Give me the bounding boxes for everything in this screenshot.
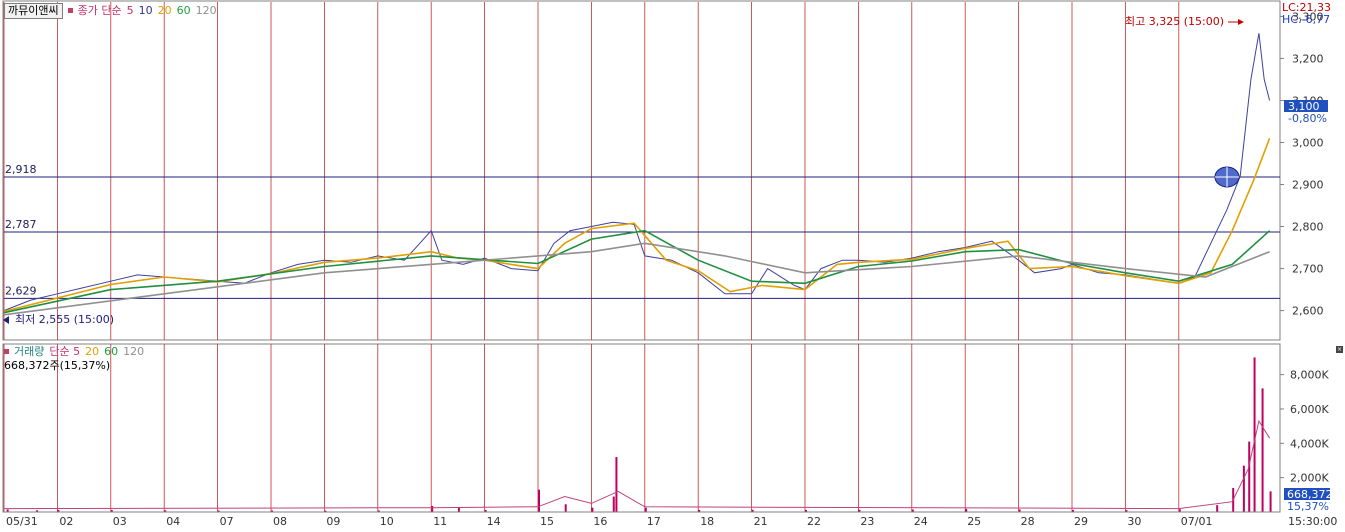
volume-bar xyxy=(1216,505,1219,512)
volume-bar xyxy=(538,489,540,512)
price-level-label: 2,918 xyxy=(5,163,37,176)
x-tick-label: 15 xyxy=(540,515,554,528)
x-tick-label: 07/01 xyxy=(1181,515,1213,528)
volume-settings-icon[interactable] xyxy=(4,349,9,354)
volume-bar xyxy=(1248,441,1251,512)
price-legend: 까뮤이앤씨 종가 단순 5 10 20 60 120 xyxy=(4,3,222,19)
x-tick-label: 11 xyxy=(433,515,447,528)
high-annotation: 최고 3,325 (15:00) xyxy=(1125,15,1224,28)
price-tick-label: 2,900 xyxy=(1292,179,1324,192)
volume-bar xyxy=(591,507,594,512)
x-tick-label: 07 xyxy=(220,515,234,528)
x-tick-label: 28 xyxy=(1021,515,1035,528)
price-ma-label: 종가 단순 xyxy=(77,4,122,17)
stock-name[interactable]: 까뮤이앤씨 xyxy=(4,3,63,19)
x-tick-label: 16 xyxy=(593,515,607,528)
chart-canvas: 2,6002,7002,8002,9003,0003,1003,2003,300… xyxy=(2,0,1337,528)
x-tick-label: 18 xyxy=(700,515,714,528)
low-annotation: 최저 2,555 (15:00) xyxy=(15,313,114,326)
x-tick-label: 04 xyxy=(166,515,180,528)
volume-value: 668,372주(15,37%) xyxy=(4,359,111,372)
volume-bar xyxy=(644,507,647,512)
x-tick-label: 05/31 xyxy=(6,515,38,528)
volume-bar xyxy=(431,505,434,512)
vol-ma-120: 120 xyxy=(123,345,145,358)
vol-ma-60: 60 xyxy=(104,345,119,358)
price-tick-label: 2,700 xyxy=(1292,263,1324,276)
volume-pane-frame xyxy=(2,343,1281,513)
volume-tick-label: 2,000K xyxy=(1290,472,1329,485)
volume-tick-label: 4,000K xyxy=(1290,437,1329,450)
x-tick-label: 10 xyxy=(380,515,394,528)
x-tick-label: 09 xyxy=(326,515,340,528)
volume-label: 거래량 xyxy=(14,345,45,358)
x-tick-label: 29 xyxy=(1074,515,1088,528)
x-tick-label: 14 xyxy=(487,515,501,528)
x-tick-label: 22 xyxy=(807,515,821,528)
volume-bar xyxy=(1269,491,1272,512)
volume-legend: 거래량 단순 5 20 60 120 668,372주(15,37%) xyxy=(4,345,149,373)
x-tick-label: 23 xyxy=(860,515,874,528)
volume-bar xyxy=(457,507,460,512)
time-label: 15:30:00 xyxy=(1288,515,1337,528)
x-tick-label: 24 xyxy=(914,515,928,528)
x-tick-label: 03 xyxy=(113,515,127,528)
volume-bar xyxy=(1253,357,1256,512)
x-tick-label: 08 xyxy=(273,515,287,528)
price-tick-label: 2,600 xyxy=(1292,305,1324,318)
volume-tick-label: 8,000K xyxy=(1290,369,1329,382)
ma-period-60: 60 xyxy=(176,4,191,17)
vol-ma-20: 20 xyxy=(85,345,100,358)
price-tick-label: 3,200 xyxy=(1292,52,1324,65)
price-level-label: 2,787 xyxy=(5,218,37,231)
hc-value: HC:-6,77 xyxy=(1282,13,1331,26)
ma-period-5: 5 xyxy=(126,4,134,17)
volume-bar xyxy=(615,457,618,512)
volume-bar xyxy=(564,504,567,512)
ma-period-20: 20 xyxy=(157,4,172,17)
ma-period-10: 10 xyxy=(138,4,153,17)
current-volume-pct: 15,37% xyxy=(1287,500,1329,513)
x-tick-label: 17 xyxy=(647,515,661,528)
ma-period-120: 120 xyxy=(195,4,217,17)
price-tick-label: 2,800 xyxy=(1292,221,1324,234)
price-tick-label: 3,000 xyxy=(1292,136,1324,149)
x-tick-label: 21 xyxy=(754,515,768,528)
volume-bar xyxy=(1242,465,1245,512)
volume-ma-line xyxy=(3,419,1271,510)
volume-tick-label: 6,000K xyxy=(1290,403,1329,416)
current-price-change: -0,80% xyxy=(1288,112,1327,125)
series-line-종가 xyxy=(3,33,1271,312)
close-pane-icon[interactable]: × xyxy=(1336,346,1343,353)
stock-chart: 2,6002,7002,8002,9003,0003,1003,2003,300… xyxy=(0,0,1345,532)
x-tick-label: 02 xyxy=(59,515,73,528)
price-level-label: 2,629 xyxy=(5,284,37,297)
volume-bar xyxy=(1261,388,1264,512)
series-line-5 xyxy=(3,138,1271,313)
series-line-20 xyxy=(3,229,1271,314)
limit-info: LC:21,33 HC:-6,77 xyxy=(1282,2,1331,26)
volume-ma-label: 단순 5 xyxy=(49,345,81,358)
x-tick-label: 25 xyxy=(967,515,981,528)
ma-settings-icon[interactable] xyxy=(67,8,73,13)
volume-bar xyxy=(612,496,615,512)
x-tick-label: 30 xyxy=(1127,515,1141,528)
